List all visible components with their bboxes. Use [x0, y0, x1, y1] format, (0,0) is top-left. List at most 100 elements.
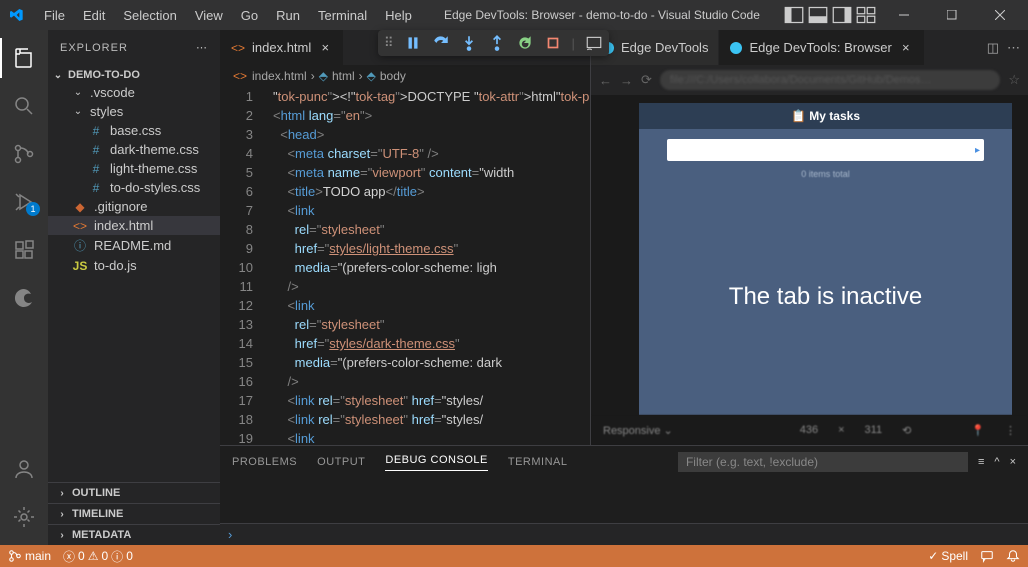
- window-title: Edge DevTools: Browser - demo-to-do - Vi…: [420, 8, 784, 22]
- accounts-activity-button[interactable]: [0, 449, 48, 489]
- file-readme-md[interactable]: ⓘREADME.md: [48, 235, 220, 256]
- css-file-icon: #: [88, 162, 104, 176]
- file-gitignore[interactable]: ◆.gitignore: [48, 197, 220, 216]
- folder-vscode[interactable]: ⌄.vscode: [48, 83, 220, 102]
- search-activity-button[interactable]: [0, 86, 48, 126]
- restart-icon[interactable]: [516, 34, 534, 52]
- code-editor[interactable]: 12345678910111213141516171819 "tok-punc"…: [220, 87, 590, 445]
- spell-status[interactable]: ✓ Spell: [928, 549, 968, 563]
- file-light-theme-css[interactable]: #light-theme.css: [48, 159, 220, 178]
- step-out-icon[interactable]: [488, 34, 506, 52]
- editor-tab-index-html[interactable]: <> index.html ×: [220, 30, 344, 65]
- chevron-right-icon: ›: [56, 509, 68, 520]
- scm-activity-button[interactable]: [0, 134, 48, 174]
- debug-activity-button[interactable]: 1: [0, 182, 48, 222]
- window-maximize-button[interactable]: [932, 0, 972, 30]
- layout-panel-bottom-icon[interactable]: [808, 5, 828, 25]
- breadcrumb[interactable]: <>index.html › ⬘html › ⬘body: [220, 65, 590, 87]
- file-dark-theme-css[interactable]: #dark-theme.css: [48, 140, 220, 159]
- drag-handle-icon[interactable]: ⠿: [384, 35, 394, 51]
- layout-panel-left-icon[interactable]: [784, 5, 804, 25]
- folder-styles[interactable]: ⌄styles: [48, 102, 220, 121]
- devtools-tab-elements[interactable]: Edge DevTools: [591, 30, 719, 65]
- split-editor-icon[interactable]: ◫: [987, 40, 999, 56]
- menu-edit[interactable]: Edit: [75, 4, 113, 27]
- step-over-icon[interactable]: [432, 34, 450, 52]
- expand-panel-icon[interactable]: ^: [994, 456, 999, 468]
- branch-status[interactable]: main: [8, 549, 51, 563]
- debug-toolbar: ⠿ |: [378, 30, 609, 56]
- app-title: My tasks: [809, 109, 860, 123]
- browser-back-icon[interactable]: ←: [599, 73, 612, 88]
- filter-input[interactable]: [678, 452, 968, 472]
- devtools-tab-browser[interactable]: Edge DevTools: Browser ×: [719, 30, 924, 65]
- menu-help[interactable]: Help: [377, 4, 420, 27]
- repl-chevron-icon[interactable]: ›: [228, 527, 232, 542]
- css-file-icon: #: [88, 124, 104, 138]
- extensions-activity-button[interactable]: [0, 230, 48, 270]
- note-icon: 📋: [791, 109, 806, 123]
- css-file-icon: #: [88, 181, 104, 195]
- chevron-down-icon: ⌄: [72, 106, 84, 117]
- file-todo-styles-css[interactable]: #to-do-styles.css: [48, 178, 220, 197]
- browser-bookmark-icon[interactable]: ☆: [1008, 72, 1020, 88]
- more-actions-icon[interactable]: ⋯: [1007, 40, 1020, 56]
- more-actions-icon[interactable]: ⋯: [196, 41, 208, 54]
- chevron-right-icon: ›: [56, 488, 68, 499]
- feedback-icon[interactable]: [980, 549, 994, 563]
- vscode-logo-icon: [8, 7, 24, 23]
- error-icon: ⓧ: [63, 548, 75, 565]
- menu-file[interactable]: File: [36, 4, 73, 27]
- file-index-html[interactable]: <>index.html: [48, 216, 220, 235]
- location-icon[interactable]: 📍: [971, 424, 985, 437]
- menu-view[interactable]: View: [187, 4, 231, 27]
- file-base-css[interactable]: #base.css: [48, 121, 220, 140]
- pause-icon[interactable]: [404, 34, 422, 52]
- rotate-icon[interactable]: ⟲: [902, 424, 911, 437]
- settings-activity-button[interactable]: [0, 497, 48, 537]
- explorer-activity-button[interactable]: [0, 38, 48, 78]
- html-file-icon: <>: [232, 69, 248, 83]
- browser-url-input[interactable]: file:///C:/Users/collabora/Documents/Git…: [660, 70, 1000, 90]
- stop-icon[interactable]: [544, 34, 562, 52]
- responsive-label[interactable]: Responsive ⌄: [603, 424, 673, 437]
- timeline-section[interactable]: ›TIMELINE: [48, 503, 220, 524]
- screencast-icon[interactable]: [585, 34, 603, 52]
- metadata-section[interactable]: ›METADATA: [48, 524, 220, 545]
- debug-console-tab[interactable]: DEBUG CONSOLE: [385, 454, 487, 471]
- step-into-icon[interactable]: [460, 34, 478, 52]
- menu-run[interactable]: Run: [268, 4, 308, 27]
- menu-selection[interactable]: Selection: [115, 4, 184, 27]
- close-tab-icon[interactable]: ×: [317, 40, 333, 56]
- edge-activity-button[interactable]: [0, 278, 48, 318]
- terminal-tab[interactable]: TERMINAL: [508, 456, 568, 468]
- outline-section[interactable]: ›OUTLINE: [48, 482, 220, 503]
- problems-tab[interactable]: PROBLEMS: [232, 456, 297, 468]
- close-panel-icon[interactable]: ×: [1010, 456, 1016, 468]
- menu-terminal[interactable]: Terminal: [310, 4, 375, 27]
- viewport-width: 436: [800, 424, 818, 436]
- layout-panel-right-icon[interactable]: [832, 5, 852, 25]
- browser-refresh-icon[interactable]: ⟳: [641, 72, 652, 88]
- window-minimize-button[interactable]: [884, 0, 924, 30]
- js-file-icon: JS: [72, 259, 88, 273]
- file-todo-js[interactable]: JSto-do.js: [48, 256, 220, 275]
- menu-go[interactable]: Go: [233, 4, 266, 27]
- more-icon[interactable]: ⋮: [1005, 424, 1016, 437]
- output-tab[interactable]: OUTPUT: [317, 456, 365, 468]
- warning-icon: ⚠: [88, 549, 99, 563]
- close-tab-icon[interactable]: ×: [898, 40, 914, 56]
- css-file-icon: #: [88, 143, 104, 157]
- app-search-input[interactable]: ▸: [667, 139, 984, 161]
- info-icon: ⓘ: [111, 548, 123, 565]
- project-root[interactable]: ⌄DEMO-TO-DO: [48, 67, 220, 83]
- problems-status[interactable]: ⓧ0 ⚠0 ⓘ0: [63, 548, 133, 565]
- window-close-button[interactable]: [980, 0, 1020, 30]
- layout-grid-icon[interactable]: [856, 5, 876, 25]
- html-file-icon: <>: [72, 219, 88, 233]
- browser-forward-icon[interactable]: →: [620, 73, 633, 88]
- bell-icon[interactable]: [1006, 549, 1020, 563]
- chevron-right-icon: ›: [56, 530, 68, 541]
- settings-icon[interactable]: ≡: [978, 456, 984, 468]
- html-file-icon: <>: [230, 41, 246, 55]
